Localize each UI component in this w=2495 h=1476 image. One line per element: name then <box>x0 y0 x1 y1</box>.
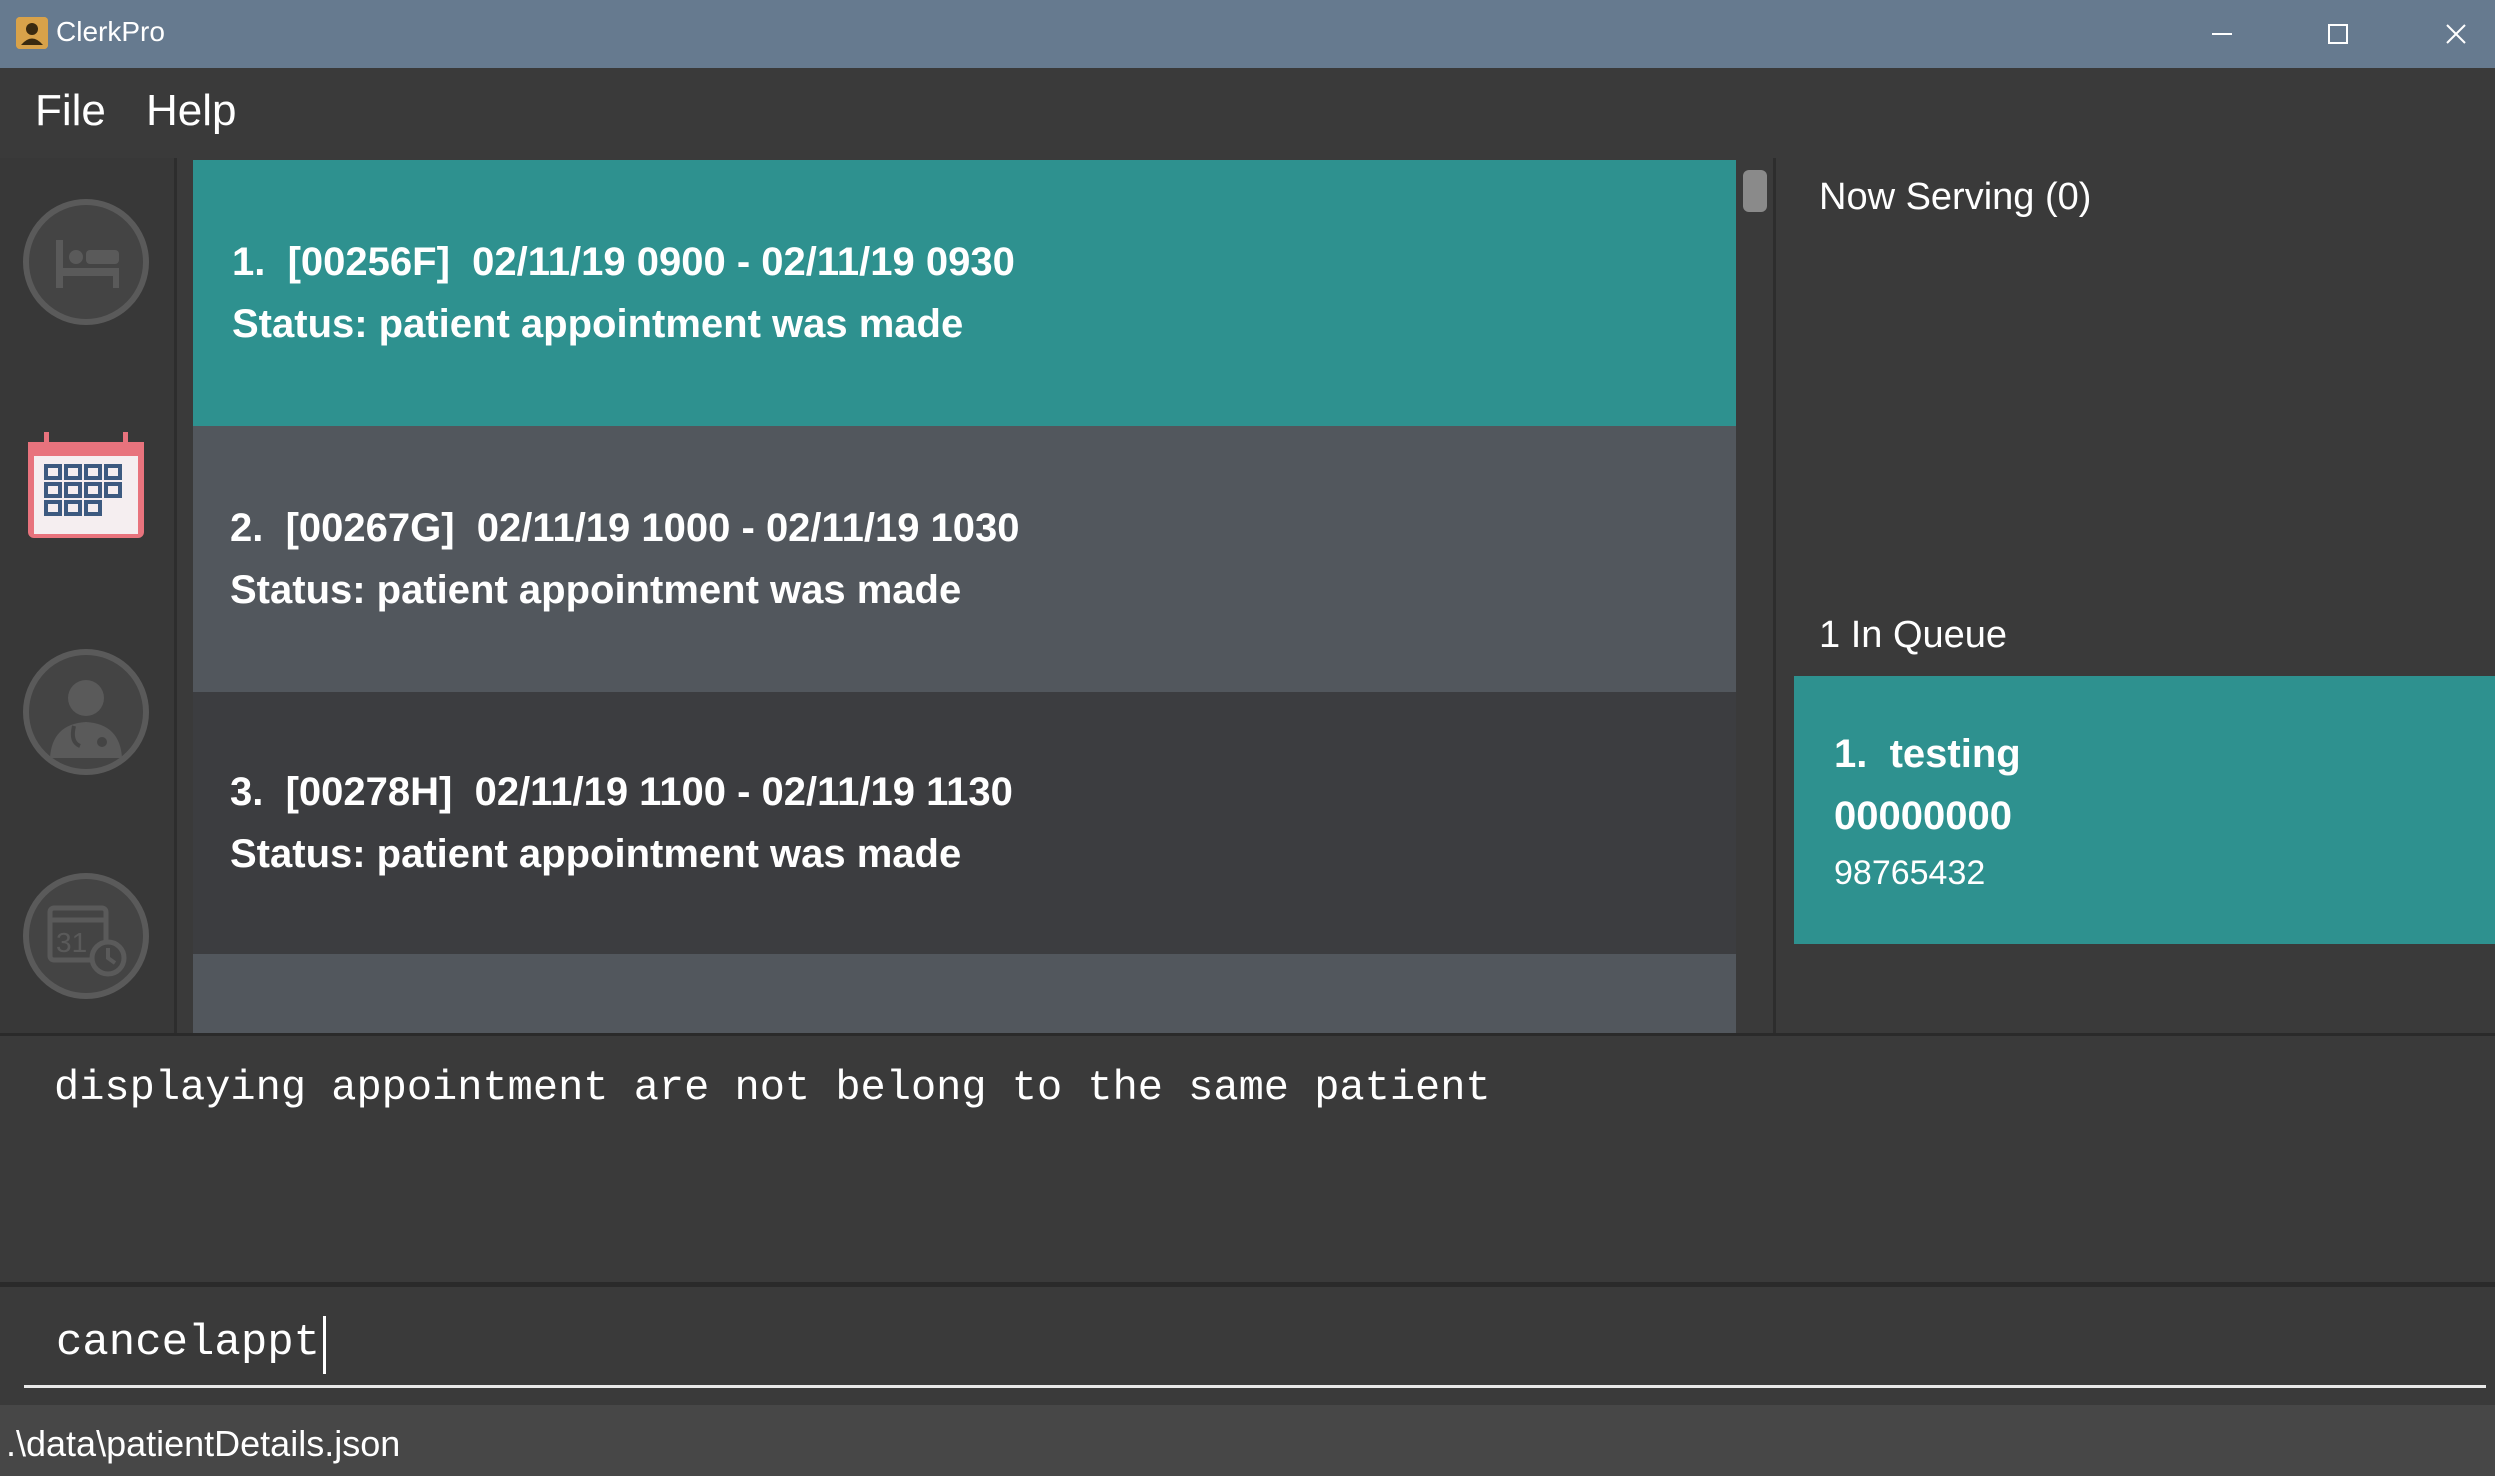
queue-entry-name: 1. testing <box>1834 732 2021 776</box>
calendar-icon <box>28 432 144 538</box>
appointment-status: Status: patient appointment was made <box>230 832 962 876</box>
calendar-clock-icon: 31 <box>23 873 149 999</box>
appointment-header: 2. [00267G] 02/11/19 1000 - 02/11/19 103… <box>230 506 1020 550</box>
minimize-button[interactable] <box>2202 14 2242 54</box>
queue-entry-phone: 98765432 <box>1834 854 1986 892</box>
menu-file[interactable]: File <box>35 86 106 136</box>
appointment-card-2[interactable]: 2. [00267G] 02/11/19 1000 - 02/11/19 103… <box>193 426 1736 692</box>
text-caret <box>323 1316 326 1374</box>
appointment-card-1[interactable]: 1. [00256F] 02/11/19 0900 - 02/11/19 093… <box>193 160 1736 426</box>
sidebar-item-doctors[interactable] <box>20 646 152 778</box>
sidebar-divider <box>174 158 177 1033</box>
sidebar-item-schedule[interactable]: 31 <box>20 870 152 1002</box>
command-input[interactable] <box>24 1300 2486 1388</box>
appointment-header: 3. [00278H] 02/11/19 1100 - 02/11/19 113… <box>230 770 1013 814</box>
sidebar-item-patients[interactable] <box>20 196 152 328</box>
sidebar-item-appointments[interactable] <box>20 420 152 552</box>
appointment-status: Status: patient appointment was made <box>232 302 964 346</box>
scrollbar-thumb[interactable] <box>1743 170 1767 212</box>
appointment-card-4[interactable] <box>193 954 1736 1033</box>
window-title: ClerkPro <box>56 16 165 47</box>
status-bar: .\data\patientDetails.json <box>0 1405 2495 1476</box>
status-file-path: .\data\patientDetails.json <box>6 1423 401 1464</box>
maximize-button[interactable] <box>2318 14 2358 54</box>
menu-bar: File Help <box>0 68 2495 158</box>
now-serving-label: Now Serving (0) <box>1819 176 2092 218</box>
app-logo-icon <box>16 17 48 49</box>
in-queue-label: 1 In Queue <box>1819 614 2008 656</box>
list-scrollbar[interactable] <box>1741 158 1769 1033</box>
menu-help[interactable]: Help <box>146 86 237 136</box>
sidebar: 31 <box>0 158 174 1033</box>
close-button[interactable] <box>2436 14 2476 54</box>
doctor-icon <box>23 649 149 775</box>
queue-entry-id: 00000000 <box>1834 794 2012 838</box>
title-bar: ClerkPro <box>0 0 2495 68</box>
bed-icon <box>23 199 149 325</box>
queue-entry[interactable]: 1. testing 00000000 98765432 <box>1794 676 2495 944</box>
svg-text:31: 31 <box>56 927 87 958</box>
appointment-card-3[interactable]: 3. [00278H] 02/11/19 1100 - 02/11/19 113… <box>193 692 1736 954</box>
appointment-list[interactable]: 1. [00256F] 02/11/19 0900 - 02/11/19 093… <box>193 158 1736 1033</box>
result-message: displaying appointment are not belong to… <box>54 1064 1491 1112</box>
appointment-status: Status: patient appointment was made <box>230 568 962 612</box>
appointment-header: 1. [00256F] 02/11/19 0900 - 02/11/19 093… <box>232 240 1015 284</box>
